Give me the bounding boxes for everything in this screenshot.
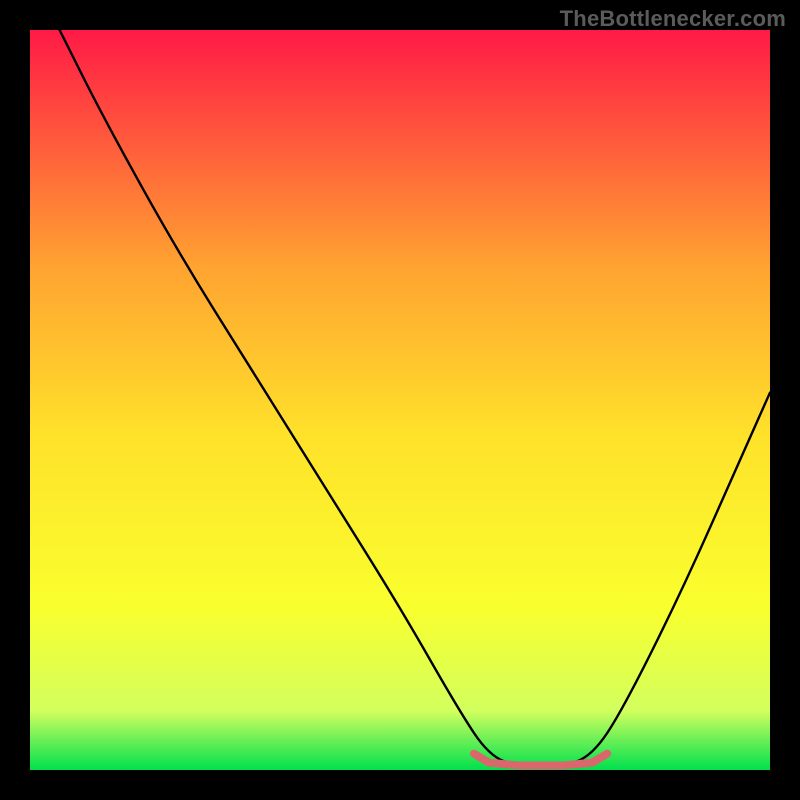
watermark-text: TheBottlenecker.com [560,6,786,32]
chart-svg [30,30,770,770]
chart-frame: TheBottlenecker.com [0,0,800,800]
chart-plot-area [30,30,770,770]
chart-background [30,30,770,770]
